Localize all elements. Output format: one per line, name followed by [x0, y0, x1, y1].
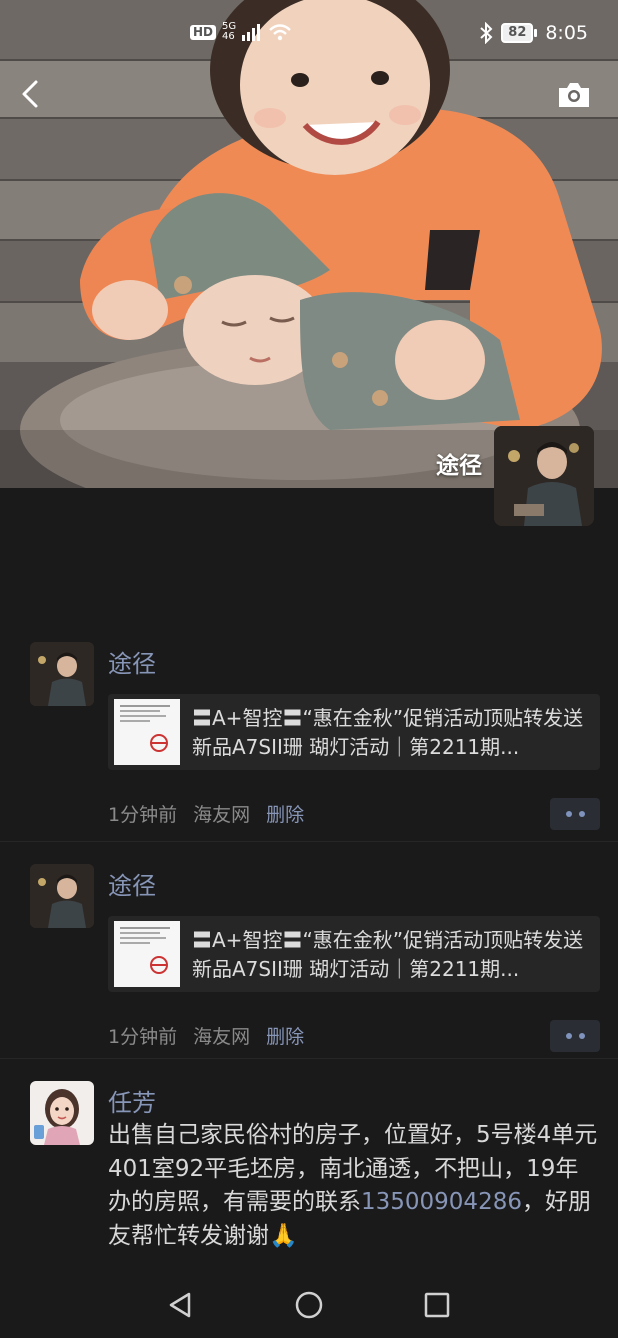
battery-icon: 82 — [501, 23, 538, 43]
avatar-image — [494, 426, 594, 526]
status-right: 82 8:05 — [479, 22, 588, 44]
post-meta: 1分钟前 海友网 删除 — [108, 1022, 304, 1049]
cover-photo[interactable]: HD 5G 46 82 8:05 途径 — [0, 0, 618, 488]
phone-link[interactable]: 13500904286 — [361, 1189, 522, 1215]
post: 途径 〓A+智控〓“惠在金秋”促销活动顶贴转发送新品A7SII珊 瑚灯活动｜第2… — [0, 620, 618, 842]
owner-name[interactable]: 途径 — [436, 446, 482, 480]
shared-link-card[interactable]: 〓A+智控〓“惠在金秋”促销活动顶贴转发送新品A7SII珊 瑚灯活动｜第2211… — [108, 916, 600, 992]
post-author[interactable]: 任芳 — [108, 1083, 156, 1118]
link-title: 〓A+智控〓“惠在金秋”促销活动顶贴转发送新品A7SII珊 瑚灯活动｜第2211… — [192, 928, 584, 981]
moments-screen: HD 5G 46 82 8:05 途径 途径 〓A+智控〓“惠在金秋”促销活动顶… — [0, 0, 618, 1338]
system-nav-bar — [0, 1270, 618, 1338]
post-meta: 1分钟前 海友网 删除 — [108, 800, 304, 827]
dot-icon — [565, 811, 572, 817]
post: 任芳 出售自己家民俗村的房子，位置好，5号楼4单元401室92平毛坯房，南北通透… — [0, 1059, 618, 1279]
recents-square-icon[interactable] — [420, 1288, 454, 1322]
status-bar: HD 5G 46 82 8:05 — [0, 0, 618, 70]
status-left: HD 5G 46 — [190, 22, 292, 42]
cover-image — [0, 0, 618, 488]
avatar-image — [30, 642, 94, 706]
camera-icon[interactable] — [556, 80, 592, 110]
dot-icon — [565, 1033, 572, 1039]
more-actions-button[interactable] — [550, 798, 600, 830]
home-circle-icon[interactable] — [292, 1288, 326, 1322]
document-thumbnail-icon — [114, 921, 180, 987]
network-sub: 46 — [222, 31, 235, 42]
post-time: 1分钟前 — [108, 804, 178, 826]
delete-button[interactable]: 删除 — [266, 1022, 304, 1049]
link-thumbnail — [114, 921, 180, 987]
battery-level: 82 — [501, 23, 534, 43]
post-text: 出售自己家民俗村的房子，位置好，5号楼4单元401室92平毛坯房，南北通透，不把… — [108, 1119, 598, 1253]
network-label: 5G 46 — [222, 22, 236, 42]
wifi-icon — [269, 24, 291, 41]
post: 途径 〓A+智控〓“惠在金秋”促销活动顶贴转发送新品A7SII珊 瑚灯活动｜第2… — [0, 842, 618, 1059]
post-author[interactable]: 途径 — [108, 644, 156, 679]
post-avatar[interactable] — [30, 1081, 94, 1145]
bluetooth-icon — [480, 22, 493, 44]
document-thumbnail-icon — [114, 699, 180, 765]
avatar-image — [30, 864, 94, 928]
more-actions-button[interactable] — [550, 1020, 600, 1052]
delete-button[interactable]: 删除 — [266, 800, 304, 827]
link-thumbnail — [114, 699, 180, 765]
post-source[interactable]: 海友网 — [193, 1022, 250, 1049]
post-avatar[interactable] — [30, 864, 94, 928]
post-source[interactable]: 海友网 — [193, 800, 250, 827]
signal-icon — [242, 24, 261, 41]
chevron-left-icon[interactable] — [16, 76, 48, 112]
dot-icon — [578, 1033, 585, 1039]
feed: 途径 〓A+智控〓“惠在金秋”促销活动顶贴转发送新品A7SII珊 瑚灯活动｜第2… — [0, 620, 618, 1279]
post-author[interactable]: 途径 — [108, 866, 156, 901]
hd-badge: HD — [190, 24, 217, 40]
clock: 8:05 — [545, 22, 588, 44]
back-triangle-icon[interactable] — [163, 1288, 197, 1322]
post-avatar[interactable] — [30, 642, 94, 706]
avatar-image — [30, 1081, 94, 1145]
shared-link-card[interactable]: 〓A+智控〓“惠在金秋”促销活动顶贴转发送新品A7SII珊 瑚灯活动｜第2211… — [108, 694, 600, 770]
link-title: 〓A+智控〓“惠在金秋”促销活动顶贴转发送新品A7SII珊 瑚灯活动｜第2211… — [192, 706, 584, 759]
post-time: 1分钟前 — [108, 1026, 178, 1048]
dot-icon — [578, 811, 585, 817]
owner-avatar[interactable] — [494, 426, 594, 526]
